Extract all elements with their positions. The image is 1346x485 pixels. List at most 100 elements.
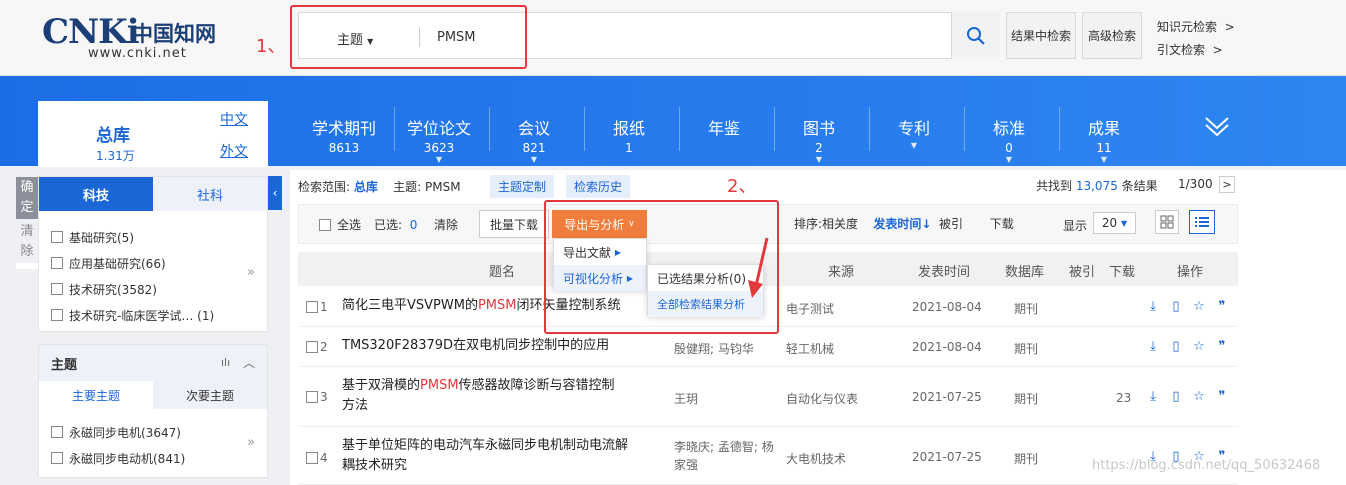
- collapse-sidebar-icon[interactable]: ‹: [268, 176, 282, 210]
- search-history-button[interactable]: 检索历史: [566, 175, 631, 198]
- display-label: 显示: [1063, 219, 1088, 233]
- checkbox[interactable]: [51, 309, 63, 321]
- select-all[interactable]: 全选: [319, 216, 361, 233]
- source-link[interactable]: 轻工机械: [786, 340, 834, 357]
- advanced-search-button[interactable]: 高级检索: [1082, 12, 1142, 59]
- source-link[interactable]: 电子测试: [786, 300, 834, 317]
- more-icon[interactable]: »: [247, 435, 255, 450]
- sort-relevance[interactable]: 相关度: [822, 217, 858, 231]
- confirm-button[interactable]: 确定: [16, 177, 38, 219]
- html-read-icon[interactable]: ▯: [1169, 389, 1183, 404]
- html-read-icon[interactable]: ▯: [1169, 339, 1183, 354]
- checkbox[interactable]: [51, 231, 63, 243]
- more-icon[interactable]: »: [247, 265, 255, 280]
- batch-download-button[interactable]: 批量下载: [479, 210, 549, 238]
- checkbox[interactable]: [319, 219, 331, 231]
- article-title-link[interactable]: 基于单位矩阵的电动汽车永磁同步电机制动电流解 耦技术研究: [342, 436, 668, 476]
- authors[interactable]: 王玥: [674, 390, 698, 407]
- db-tab-thesis[interactable]: 学位论文 3623 ▼: [394, 115, 484, 164]
- search-within-results-button[interactable]: 结果中检索: [1006, 12, 1076, 59]
- next-page-button[interactable]: >: [1219, 176, 1235, 193]
- sort-download[interactable]: 下载: [990, 217, 1014, 231]
- favorite-star-icon[interactable]: ☆: [1192, 389, 1206, 404]
- db-tab-yearbook[interactable]: 年鉴: [679, 115, 769, 141]
- zongku-card[interactable]: 总库 1.31万 中文 外文: [38, 101, 268, 167]
- row-number[interactable]: 4: [306, 451, 328, 465]
- grid-view-icon[interactable]: [1155, 210, 1179, 234]
- search-icon: [967, 26, 985, 45]
- sort-date[interactable]: 发表时间↓: [873, 217, 931, 231]
- row-number[interactable]: 1: [306, 300, 328, 314]
- db-tab-standard[interactable]: 标准 0 ▼: [964, 115, 1054, 164]
- db-tab-journal[interactable]: 学术期刊 8613: [299, 115, 389, 155]
- tab-social[interactable]: 社科: [153, 177, 267, 211]
- tab-main-topic[interactable]: 主要主题: [39, 381, 153, 409]
- facet-item[interactable]: 永磁同步电动机(841): [39, 445, 267, 471]
- annotation-step1: 1、: [256, 36, 286, 57]
- db-tab-newspaper[interactable]: 报纸 1: [584, 115, 674, 155]
- citation-search-link[interactable]: 引文检索 >: [1157, 41, 1223, 58]
- watermark: https://blog.csdn.net/qq_50632468: [1092, 458, 1321, 473]
- authors[interactable]: 殷健翔; 马钧华: [674, 340, 754, 357]
- zongku-title: 总库: [96, 126, 130, 146]
- facet-item[interactable]: 应用基础研究(66): [39, 250, 267, 276]
- database-type: 期刊: [1014, 452, 1039, 466]
- facet-item[interactable]: 永磁同步电机(3647): [39, 419, 267, 445]
- tab-tech[interactable]: 科技: [39, 177, 153, 211]
- bar-chart-icon[interactable]: ılı: [221, 356, 230, 369]
- download-icon[interactable]: ⤓: [1146, 339, 1160, 354]
- db-tab-achievement[interactable]: 成果 11 ▼: [1059, 115, 1149, 164]
- source-link[interactable]: 大电机技术: [786, 450, 846, 467]
- row-number[interactable]: 2: [306, 340, 328, 354]
- favorite-star-icon[interactable]: ☆: [1192, 339, 1206, 354]
- page-size-select[interactable]: 20 ▼: [1093, 212, 1136, 234]
- checkbox[interactable]: [51, 283, 63, 295]
- cited-count[interactable]: 23: [1116, 391, 1131, 405]
- download-icon[interactable]: ⤓: [1146, 389, 1160, 404]
- authors[interactable]: 李晓庆; 孟德智; 杨家强: [674, 438, 779, 474]
- topic-custom-button[interactable]: 主题定制: [490, 175, 555, 198]
- clear-selection-button[interactable]: 清除: [434, 216, 458, 233]
- checkbox[interactable]: [306, 301, 318, 313]
- search-button[interactable]: [951, 12, 1000, 59]
- logo-url: www.cnki.net: [88, 46, 187, 61]
- facet-item[interactable]: 基础研究(5): [39, 224, 267, 250]
- source-link[interactable]: 自动化与仪表: [786, 390, 858, 407]
- facet-item[interactable]: 技术研究(3582): [39, 276, 267, 302]
- chinese-link[interactable]: 中文: [220, 109, 248, 129]
- quote-icon[interactable]: ❞: [1215, 299, 1229, 314]
- col-download: 下载: [1109, 265, 1136, 280]
- quote-icon[interactable]: ❞: [1215, 339, 1229, 354]
- collapse-up-icon[interactable]: ︿: [243, 354, 255, 371]
- database-type: 期刊: [1014, 342, 1039, 356]
- cnki-logo[interactable]: CNKi 中国知网 www.cnki.net: [42, 10, 232, 66]
- article-title-link[interactable]: TMS320F28379D在双电机同步控制中的应用: [342, 336, 609, 356]
- db-tab-patent[interactable]: 专利 ▼: [869, 115, 959, 150]
- annotation-arrow-icon: [748, 237, 769, 298]
- checkbox[interactable]: [306, 341, 318, 353]
- list-view-icon[interactable]: [1189, 210, 1215, 234]
- db-tab-conference[interactable]: 会议 821 ▼: [489, 115, 579, 164]
- clear-button[interactable]: 清除: [16, 219, 38, 263]
- checkbox[interactable]: [306, 452, 318, 464]
- checkbox[interactable]: [51, 426, 63, 438]
- html-read-icon[interactable]: ▯: [1169, 299, 1183, 314]
- row-number[interactable]: 3: [306, 390, 328, 404]
- expand-chevron-icon[interactable]: [1203, 112, 1231, 143]
- facet-item[interactable]: 技术研究-临床医学试… (1): [39, 302, 267, 328]
- db-tab-book[interactable]: 图书 2 ▼: [774, 115, 864, 164]
- sort-cited[interactable]: 被引: [939, 217, 963, 231]
- article-title-link[interactable]: 基于双滑模的PMSM传感器故障诊断与容错控制 方法: [342, 376, 662, 416]
- quote-icon[interactable]: ❞: [1215, 389, 1229, 404]
- checkbox[interactable]: [306, 391, 318, 403]
- tab-secondary-topic[interactable]: 次要主题: [153, 381, 267, 409]
- foreign-link[interactable]: 外文: [220, 141, 248, 161]
- checkbox[interactable]: [51, 452, 63, 464]
- col-cited: 被引: [1069, 265, 1096, 280]
- database-type: 期刊: [1014, 392, 1039, 406]
- knowledge-search-link[interactable]: 知识元检索 >: [1157, 18, 1235, 35]
- col-date: 发表时间: [918, 265, 971, 280]
- checkbox[interactable]: [51, 257, 63, 269]
- favorite-star-icon[interactable]: ☆: [1192, 299, 1206, 314]
- download-icon[interactable]: ⤓: [1146, 299, 1160, 314]
